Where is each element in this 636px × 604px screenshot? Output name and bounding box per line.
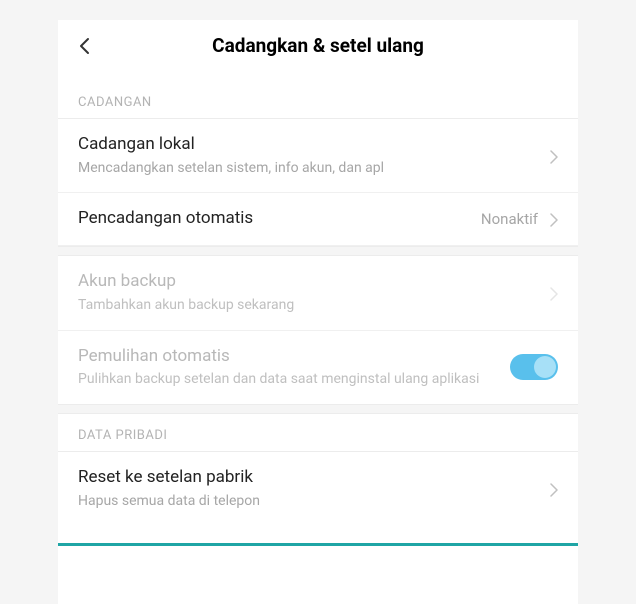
bottom-accent-bar (58, 543, 578, 546)
page-title: Cadangkan & setel ulang (90, 34, 546, 57)
row-content: Akun backup Tambahkan akun backup sekara… (78, 270, 550, 315)
section-gap (58, 246, 578, 256)
section-gap (58, 404, 578, 414)
local-backup-subtitle: Mencadangkan setelan sistem, info akun, … (78, 159, 550, 179)
row-content: Cadangan lokal Mencadangkan setelan sist… (78, 133, 550, 178)
auto-backup-title: Pencadangan otomatis (78, 207, 481, 231)
row-auto-backup[interactable]: Pencadangan otomatis Nonaktif (58, 193, 578, 246)
auto-restore-subtitle: Pulihkan backup setelan dan data saat me… (78, 370, 510, 390)
auto-backup-value: Nonaktif (481, 210, 538, 228)
section-header-cadangan: CADANGAN (58, 71, 578, 119)
row-content: Pencadangan otomatis (78, 207, 481, 231)
toggle-knob (534, 356, 556, 378)
backup-account-title: Akun backup (78, 270, 550, 294)
row-auto-restore[interactable]: Pemulihan otomatis Pulihkan backup setel… (58, 331, 578, 404)
auto-restore-title: Pemulihan otomatis (78, 345, 510, 369)
header-bar: Cadangkan & setel ulang (58, 20, 578, 71)
row-local-backup[interactable]: Cadangan lokal Mencadangkan setelan sist… (58, 119, 578, 193)
row-content: Pemulihan otomatis Pulihkan backup setel… (78, 345, 510, 390)
row-backup-account[interactable]: Akun backup Tambahkan akun backup sekara… (58, 256, 578, 330)
auto-restore-toggle[interactable] (510, 354, 558, 380)
local-backup-title: Cadangan lokal (78, 133, 550, 157)
row-content: Reset ke setelan pabrik Hapus semua data… (78, 466, 550, 511)
chevron-right-icon (550, 212, 558, 226)
chevron-right-icon (550, 149, 558, 163)
back-icon[interactable] (78, 36, 90, 56)
factory-reset-subtitle: Hapus semua data di telepon (78, 492, 550, 512)
row-factory-reset[interactable]: Reset ke setelan pabrik Hapus semua data… (58, 452, 578, 525)
section-header-data-pribadi: DATA PRIBADI (58, 414, 578, 452)
settings-screen: Cadangkan & setel ulang CADANGAN Cadanga… (58, 20, 578, 604)
chevron-right-icon (550, 286, 558, 300)
factory-reset-title: Reset ke setelan pabrik (78, 466, 550, 490)
backup-account-subtitle: Tambahkan akun backup sekarang (78, 296, 550, 316)
chevron-right-icon (550, 482, 558, 496)
